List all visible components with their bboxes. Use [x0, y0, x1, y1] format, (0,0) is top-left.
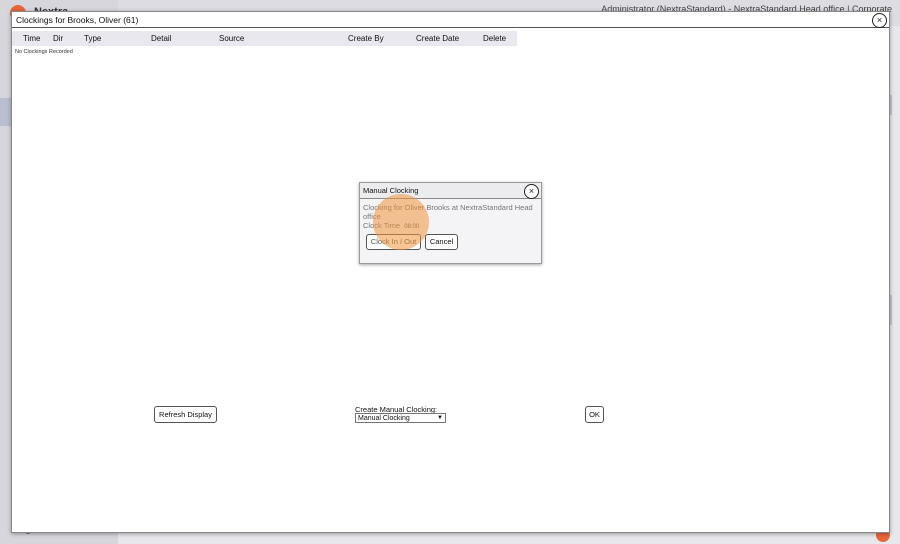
column-header-create-by: Create By — [348, 31, 416, 46]
column-header-detail: Detail — [151, 31, 219, 46]
dialog-title: Manual Clocking — [360, 183, 541, 199]
clock-in-out-button[interactable]: Clock In / Out — [366, 234, 421, 250]
table-header-spacer — [12, 31, 23, 46]
create-manual-clocking-select[interactable]: Manual Clocking ▼ — [355, 413, 446, 423]
refresh-display-button[interactable]: Refresh Display — [154, 406, 217, 423]
window-title: Clockings for Brooks, Oliver (61) — [12, 12, 889, 28]
chevron-down-icon: ▼ — [437, 415, 443, 421]
cancel-button[interactable]: Cancel — [425, 234, 458, 250]
empty-table-message: No Clockings Recorded — [15, 49, 73, 55]
dialog-close-icon[interactable]: × — [524, 184, 539, 199]
column-header-dir: Dir — [53, 31, 84, 46]
column-header-time: Time — [23, 31, 53, 46]
clock-time-label: Clock Time — [363, 221, 401, 230]
manual-clocking-dialog: Manual Clocking × Clocking for Oliver Br… — [359, 182, 542, 264]
window-close-icon[interactable]: × — [872, 13, 887, 28]
ok-button[interactable]: OK — [585, 406, 604, 423]
create-manual-clocking-selected: Manual Clocking — [358, 415, 410, 422]
clockings-table: Time Dir Type Detail Source Create By Cr… — [12, 31, 517, 46]
clock-time-value: 08:00 — [404, 224, 420, 230]
column-header-source: Source — [219, 31, 348, 46]
background-divider — [890, 295, 892, 325]
column-header-type: Type — [84, 31, 151, 46]
column-header-delete: Delete — [483, 31, 517, 46]
table-header-row: Time Dir Type Detail Source Create By Cr… — [12, 31, 517, 46]
column-header-create-date: Create Date — [416, 31, 483, 46]
background-divider — [890, 95, 892, 115]
dialog-message: Clocking for Oliver Brooks at NextraStan… — [363, 203, 533, 221]
clockings-window: Clockings for Brooks, Oliver (61) × Time… — [11, 11, 890, 533]
clock-time-row: Clock Time 08:00 — [363, 221, 419, 230]
